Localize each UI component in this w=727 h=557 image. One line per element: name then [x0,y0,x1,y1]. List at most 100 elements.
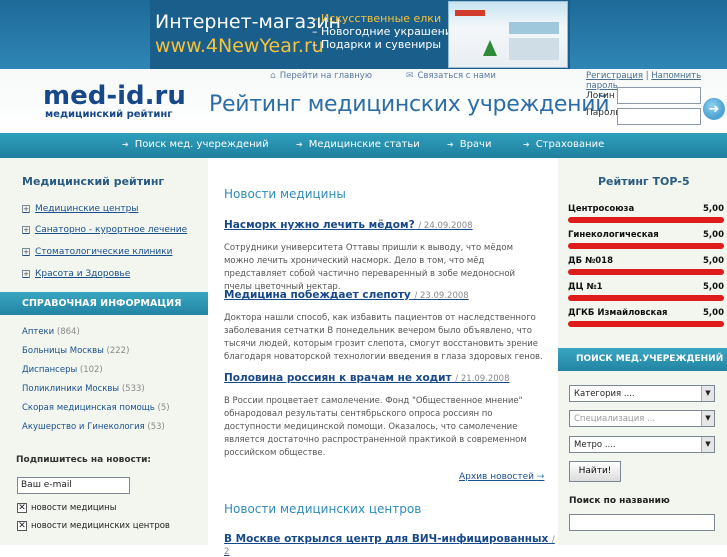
arrow-icon: ➔ [447,140,454,149]
home-link[interactable]: ⌂ Перейти на главную [270,71,372,81]
mail-icon: ✉ [406,71,414,81]
category-select[interactable]: Категория .... ▼ [569,385,715,402]
rating-value: 5,00 [703,256,724,266]
main-nav: ➔ Поиск мед. учереждений ➔ Медицинские ста… [0,133,727,158]
news-headline-link[interactable]: Насморк нужно лечить мёдом? [224,219,415,231]
rating-bar [568,243,724,249]
rating-row[interactable]: ДБ №018 5,00 [568,256,724,266]
shop-item: – Новогодние украшения [312,25,459,38]
ref-item-count: (864) [56,327,80,337]
ref-item-ambulance[interactable]: Скорая медицинская помощь (5) [22,403,170,413]
nav-item-label[interactable]: Врачи [460,139,492,150]
subscribe-box: Подпишитесь на новости: Ваш e-mail ✕ ново… [0,449,208,545]
metro-select[interactable]: Метро .... ▼ [569,436,715,453]
ref-item-count: (533) [121,384,145,394]
checkbox-medicine-news[interactable]: ✕ новости медицины [17,503,116,513]
plus-icon: + [22,248,30,256]
ref-item-obstetrics[interactable]: Акушерство и Гинекология (53) [22,422,165,432]
checkbox-checked-icon[interactable]: ✕ [17,521,27,531]
rating-name[interactable]: Центросоюза [568,204,634,214]
name-search-input[interactable] [569,514,715,531]
rating-name[interactable]: ДГКБ Измайловская [568,308,668,318]
arrow-icon: ➔ [523,140,530,149]
email-field[interactable]: Ваш e-mail [17,477,130,494]
ref-item-link[interactable]: Скорая медицинская помощь [22,403,155,413]
nav-item-insurance[interactable]: ➔ Страхование [523,139,604,150]
nav-item-doctors[interactable]: ➔ Врачи [447,139,491,150]
logo-text[interactable]: med-id.ru [43,83,186,109]
ref-item-link[interactable]: Акушерство и Гинекология [22,422,145,432]
nav-item-search[interactable]: ➔ Поиск мед. учереждений [122,139,269,150]
news-date: / 23.09.2008 [414,291,469,301]
rating-row[interactable]: Гинекологическая 5,00 [568,230,724,240]
login-input[interactable] [617,87,701,104]
rating-bar [568,217,724,223]
rating-name[interactable]: ДБ №018 [568,256,613,266]
ref-item-polyclinics[interactable]: Поликлиники Москвы (533) [22,384,145,394]
arrow-right-icon: → [536,472,545,482]
rating-row[interactable]: Центросоюза 5,00 [568,204,724,214]
news-headline[interactable]: Медицина побеждает слепоту / 23.09.2008 [224,289,469,301]
find-button[interactable]: Найти! [569,461,621,482]
subscribe-title: Подпишитесь на новости: [16,455,152,465]
archive-link[interactable]: Архив новостей → [459,472,544,482]
chevron-down-icon[interactable]: ▼ [701,437,714,452]
archive-link-label[interactable]: Архив новостей [459,472,534,482]
news-text: Сотрудники университета Оттавы пришли к … [224,243,516,292]
ref-item-count: (5) [157,403,170,413]
ref-item-dispensaries[interactable]: Диспансеры (102) [22,365,103,375]
rating-row[interactable]: ДЦ №1 5,00 [568,282,724,292]
nav-item-label[interactable]: Страхование [536,139,605,150]
checkbox-centers-news[interactable]: ✕ новости медицинских центров [17,521,170,531]
ref-item-hospitals[interactable]: Больницы Москвы (222) [22,346,129,356]
site-logo[interactable]: med-id.ru медицинский рейтинг [43,83,186,120]
home-icon: ⌂ [270,71,276,81]
password-input[interactable] [617,108,701,125]
sidebar-item-label[interactable]: Санаторно - курортное лечение [35,225,187,235]
shop-item: – Искусственные елки [312,12,442,25]
ref-item-pharmacies[interactable]: Аптеки (864) [22,327,80,337]
search-header: ПОИСК МЕД.УЧЕРЕЖДЕНИЙ [558,348,727,371]
checkbox-checked-icon[interactable]: ✕ [17,503,27,513]
reference-header: СПРАВОЧНАЯ ИНФОРМАЦИЯ [0,292,208,315]
contact-link-label[interactable]: Связаться с нами [418,71,496,81]
rating-name[interactable]: ДЦ №1 [568,282,603,292]
contact-link[interactable]: ✉ Связаться с нами [406,71,496,81]
sidebar-item-medical-centers[interactable]: + Медицинские центры [22,204,138,214]
news-headline-link[interactable]: В Москве открылся центр для ВИЧ-инфициро… [224,533,548,545]
home-link-label[interactable]: Перейти на главную [280,71,372,81]
news-headline-link[interactable]: Медицина побеждает слепоту [224,289,411,301]
ref-item-link[interactable]: Больницы Москвы [22,346,104,356]
rating-name[interactable]: Гинекологическая [568,230,659,240]
sidebar-item-label[interactable]: Стоматологические клиники [35,247,172,257]
sidebar-item-sanatorium[interactable]: + Санаторно - курортное лечение [22,225,187,235]
sidebar-item-label[interactable]: Медицинские центры [35,204,138,214]
specialization-select[interactable]: Специализация ... ▼ [569,410,715,427]
nav-item-label[interactable]: Поиск мед. учереждений [135,139,269,150]
rating-row[interactable]: ДГКБ Измайловская 5,00 [568,308,724,318]
register-link[interactable]: Регистрация [586,71,643,81]
ref-item-link[interactable]: Аптеки [22,327,54,337]
chevron-down-icon[interactable]: ▼ [701,411,714,426]
ref-item-count: (222) [106,346,130,356]
ref-item-link[interactable]: Диспансеры [22,365,77,375]
news-headline[interactable]: В Москве открылся центр для ВИЧ-инфициро… [224,533,558,557]
top-banner[interactable]: Интернет-магазин www.4NewYear.ru – Искус… [0,0,727,69]
right-sidebar: Рейтинг ТОР-5 Центросоюза 5,00 Гинекологи… [558,158,727,545]
login-submit-button[interactable]: ➜ [703,98,725,120]
ref-item-link[interactable]: Поликлиники Москвы [22,384,119,394]
sidebar-item-dental[interactable]: + Стоматологические клиники [22,247,172,257]
news-headline[interactable]: Половина россиян к врачам не ходит / 21.… [224,372,509,384]
nav-item-articles[interactable]: ➔ Медицинские статьи [296,139,420,150]
top-links: ⌂ Перейти на главную ✉ Связаться с нами [270,71,496,81]
sidebar-item-label[interactable]: Красота и Здоровье [35,269,130,279]
news-headline[interactable]: Насморк нужно лечить мёдом? / 24.09.2008 [224,219,473,231]
shop-item: – Подарки и сувениры [312,38,442,51]
news-text: Доктора нашли способ, как избавить пацие… [224,313,543,362]
chevron-down-icon[interactable]: ▼ [701,386,714,401]
nav-item-label[interactable]: Медицинские статьи [309,139,420,150]
top5-title: Рейтинг ТОР-5 [598,175,690,188]
rating-value: 5,00 [703,282,724,292]
sidebar-item-beauty[interactable]: + Красота и Здоровье [22,269,130,279]
news-headline-link[interactable]: Половина россиян к врачам не ходит [224,372,452,384]
